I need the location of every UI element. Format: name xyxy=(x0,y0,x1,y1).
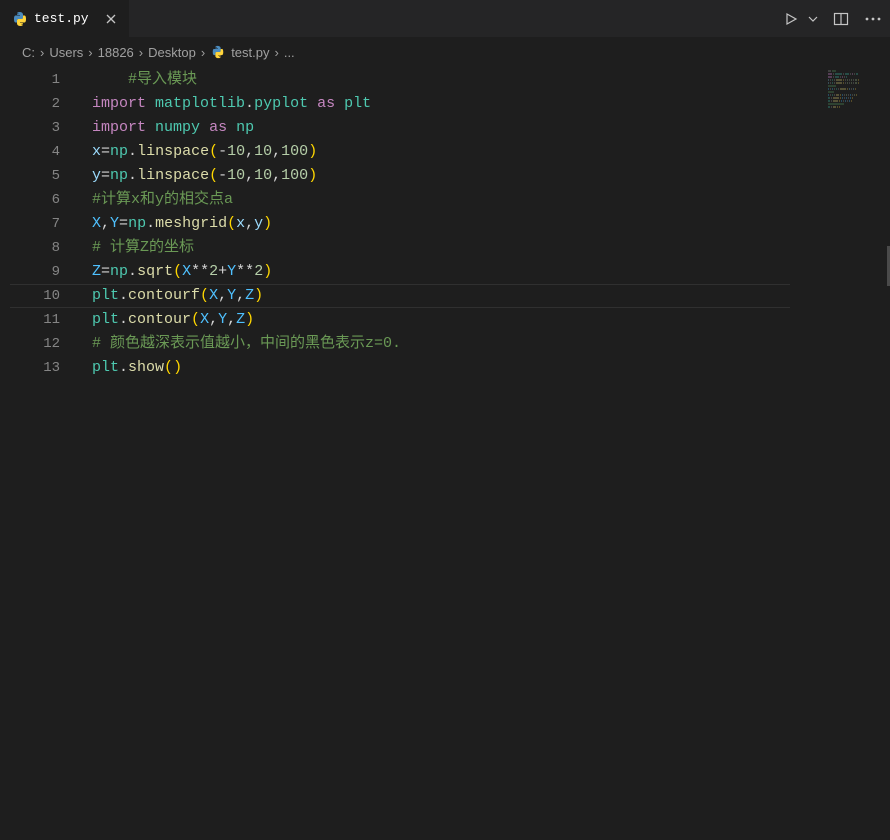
breadcrumb-item[interactable]: C: xyxy=(22,45,35,60)
code-line[interactable]: y=np.linspace(-10,10,100) xyxy=(92,164,890,188)
minimap[interactable] xyxy=(828,70,876,110)
code-line[interactable]: x=np.linspace(-10,10,100) xyxy=(92,140,890,164)
close-icon[interactable] xyxy=(103,11,119,27)
python-icon xyxy=(12,11,28,27)
more-icon[interactable] xyxy=(864,10,882,28)
run-icon[interactable] xyxy=(782,10,800,28)
line-number: 13 xyxy=(0,356,72,380)
breadcrumb-item[interactable]: Desktop xyxy=(148,45,196,60)
chevron-down-icon[interactable] xyxy=(808,10,818,28)
line-number: 5 xyxy=(0,164,72,188)
line-number: 2 xyxy=(0,92,72,116)
chevron-right-icon: › xyxy=(88,45,92,60)
code-line[interactable]: #计算x和y的相交点a xyxy=(92,188,890,212)
code-line[interactable]: plt.show() xyxy=(92,356,890,380)
line-number: 6 xyxy=(0,188,72,212)
breadcrumb-symbol[interactable]: ... xyxy=(284,45,295,60)
code-content[interactable]: #导入模块import matplotlib.pyplot as pltimpo… xyxy=(72,66,890,840)
line-number: 9 xyxy=(0,260,72,284)
code-line[interactable]: # 计算Z的坐标 xyxy=(92,236,890,260)
breadcrumb-item[interactable]: 18826 xyxy=(98,45,134,60)
gutter: 12345678910111213 xyxy=(0,66,72,840)
chevron-right-icon: › xyxy=(40,45,44,60)
code-line[interactable]: import numpy as np xyxy=(92,116,890,140)
split-editor-icon[interactable] xyxy=(832,10,850,28)
chevron-right-icon: › xyxy=(201,45,205,60)
line-number: 4 xyxy=(0,140,72,164)
breadcrumb-file[interactable]: test.py xyxy=(231,45,269,60)
code-line[interactable]: plt.contourf(X,Y,Z) xyxy=(92,284,890,308)
code-line[interactable]: # 颜色越深表示值越小，中间的黑色表示z=0. xyxy=(92,332,890,356)
tab-active[interactable]: test.py xyxy=(0,0,129,38)
line-number: 3 xyxy=(0,116,72,140)
line-number: 1 xyxy=(0,68,72,92)
editor-actions xyxy=(782,0,882,38)
code-line[interactable]: import matplotlib.pyplot as plt xyxy=(92,92,890,116)
line-number: 10 xyxy=(0,284,72,308)
editor-area[interactable]: 12345678910111213 #导入模块import matplotlib… xyxy=(0,66,890,840)
tab-filename: test.py xyxy=(34,11,89,26)
line-number: 11 xyxy=(0,308,72,332)
code-line[interactable]: #导入模块 xyxy=(92,68,890,92)
code-line[interactable]: Z=np.sqrt(X**2+Y**2) xyxy=(92,260,890,284)
line-number: 7 xyxy=(0,212,72,236)
breadcrumb: C: › Users › 18826 › Desktop › test.py ›… xyxy=(0,38,890,66)
breadcrumb-item[interactable]: Users xyxy=(49,45,83,60)
code-line[interactable]: plt.contour(X,Y,Z) xyxy=(92,308,890,332)
tab-bar: test.py xyxy=(0,0,890,38)
chevron-right-icon: › xyxy=(139,45,143,60)
python-icon xyxy=(210,44,226,60)
line-number: 12 xyxy=(0,332,72,356)
chevron-right-icon: › xyxy=(274,45,278,60)
line-number: 8 xyxy=(0,236,72,260)
code-line[interactable]: X,Y=np.meshgrid(x,y) xyxy=(92,212,890,236)
